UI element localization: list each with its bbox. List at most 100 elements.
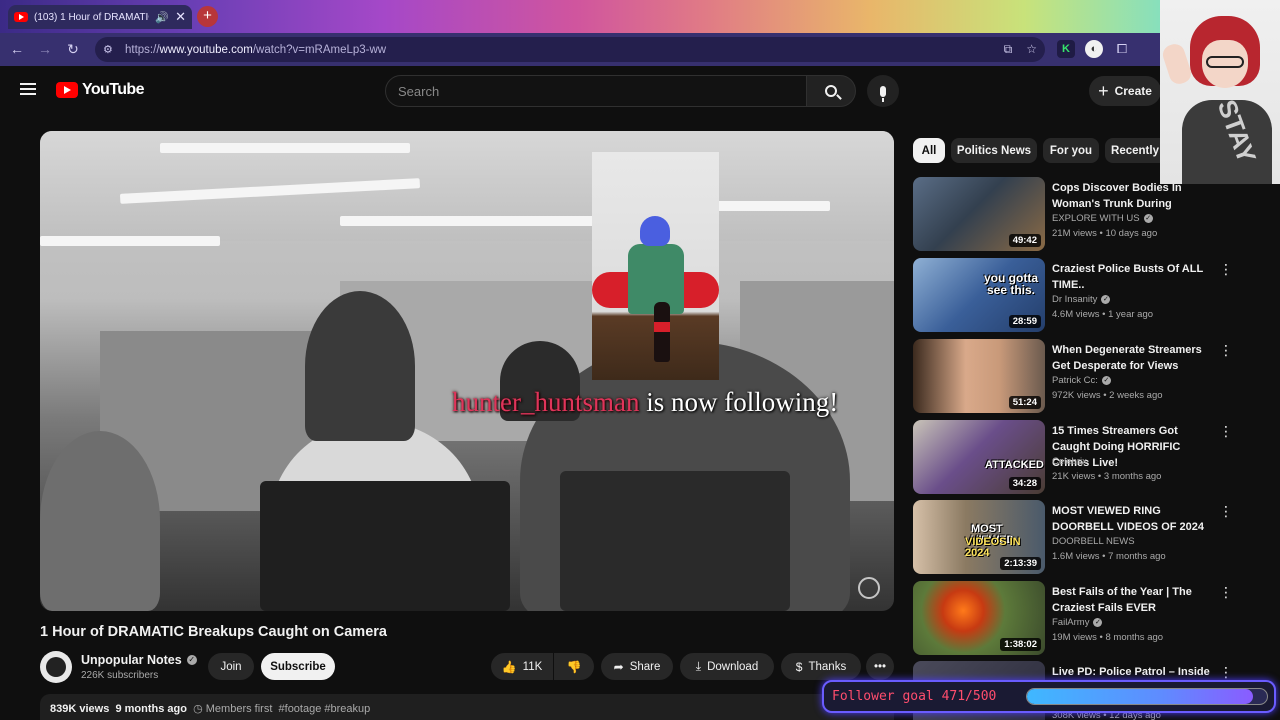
video-thumbnail[interactable]: ATTACKED 34:28: [913, 420, 1045, 494]
verified-icon: ✓: [1101, 295, 1111, 304]
rec-channel[interactable]: Celebrix: [1052, 456, 1087, 467]
more-vertical-icon[interactable]: ⋮: [1219, 262, 1233, 276]
more-vertical-icon[interactable]: ⋮: [1219, 343, 1233, 357]
list-item[interactable]: 49:42 Cops Discover Bodies In Woman's Tr…: [913, 177, 1233, 253]
verified-icon: ✓: [1093, 618, 1103, 627]
youtube-favicon-icon: [14, 12, 28, 22]
chip-politics-news[interactable]: Politics News: [951, 138, 1037, 163]
url-text[interactable]: https://www.youtube.com/watch?v=mRAmeLp3…: [125, 44, 386, 56]
back-arrow-icon[interactable]: ←: [6, 38, 28, 60]
rec-views: 1.6M views • 7 months ago: [1052, 551, 1166, 562]
extensions-puzzle-icon[interactable]: ⧠: [1113, 40, 1131, 58]
close-icon[interactable]: ✕: [175, 9, 186, 25]
more-actions-button[interactable]: •••: [866, 653, 894, 680]
address-bar[interactable]: ⚙ https://www.youtube.com/watch?v=mRAmeL…: [95, 37, 1045, 62]
voice-search-button[interactable]: [867, 75, 899, 107]
rec-views: 21K views • 3 months ago: [1052, 471, 1162, 482]
microphone-icon: [880, 85, 886, 102]
list-item[interactable]: MOST VIEWED VIDEOS IN 2024 2:13:39 MOST …: [913, 500, 1233, 576]
avatar[interactable]: [40, 651, 72, 683]
channel-name[interactable]: Unpopular Notes ✓: [81, 653, 197, 667]
install-app-icon[interactable]: ⧉: [1004, 42, 1013, 57]
subscribe-button[interactable]: Subscribe: [261, 653, 335, 680]
rec-channel[interactable]: EXPLORE WITH US ✓: [1052, 213, 1153, 224]
video-scene-ceiling: [40, 131, 894, 246]
youtube-logo[interactable]: YouTube: [56, 81, 144, 99]
subscriber-count: 226K subscribers: [81, 670, 159, 681]
members-first-icon: ◷: [193, 703, 203, 715]
more-vertical-icon[interactable]: ⋮: [1219, 504, 1233, 518]
more-vertical-icon[interactable]: ⋮: [1219, 424, 1233, 438]
thumbs-up-hand: [1160, 41, 1194, 87]
list-item[interactable]: 51:24 When Degenerate Streamers Get Desp…: [913, 339, 1233, 415]
channel-watermark-icon[interactable]: [858, 577, 880, 599]
join-button[interactable]: Join: [208, 653, 254, 680]
more-horizontal-icon: •••: [873, 660, 887, 673]
create-button[interactable]: + Create: [1089, 76, 1161, 106]
rec-title[interactable]: Live PD: Police Patrol – Inside: [1052, 664, 1217, 680]
bookmark-star-icon[interactable]: ☆: [1026, 42, 1037, 57]
rec-channel[interactable]: DOORBELL NEWS: [1052, 536, 1135, 547]
browser-tab-bar: (103) 1 Hour of DRAMATIC 🔊 ✕ +: [0, 0, 1280, 33]
video-thumbnail[interactable]: 49:42: [913, 177, 1045, 251]
more-vertical-icon[interactable]: ⋮: [1219, 665, 1233, 679]
video-player[interactable]: hunter_huntsman is now following!: [40, 131, 894, 611]
video-thumbnail[interactable]: MOST VIEWED VIDEOS IN 2024 2:13:39: [913, 500, 1045, 574]
more-vertical-icon[interactable]: ⋮: [1219, 585, 1233, 599]
follower-goal-fill: [1027, 689, 1254, 704]
rec-title[interactable]: Best Fails of the Year | The Craziest Fa…: [1052, 584, 1217, 616]
thumbs-up-icon: 👍: [501, 659, 517, 674]
video-thumbnail[interactable]: 51:24: [913, 339, 1045, 413]
rec-title[interactable]: Craziest Police Busts Of ALL TIME..: [1052, 261, 1217, 293]
list-item[interactable]: you gotta see this. 28:59 Craziest Polic…: [913, 258, 1233, 334]
menu-icon[interactable]: [20, 83, 36, 95]
rec-title[interactable]: MOST VIEWED RING DOORBELL VIDEOS OF 2024: [1052, 503, 1217, 535]
glasses-icon: [1206, 56, 1244, 68]
thanks-dollar-icon: $: [795, 659, 803, 674]
rec-views: 21M views • 10 days ago: [1052, 228, 1158, 239]
youtube-header: YouTube Search + Create: [0, 66, 1280, 116]
follow-alert: hunter_huntsman is now following!: [452, 387, 839, 417]
speaker-icon[interactable]: 🔊: [155, 11, 169, 24]
k-extension-icon[interactable]: K: [1057, 40, 1075, 58]
reload-icon[interactable]: ↻: [62, 38, 84, 60]
list-item[interactable]: 1:38:02 Best Fails of the Year | The Cra…: [913, 581, 1233, 657]
share-button[interactable]: ➦ Share: [601, 653, 673, 680]
streamer-webcam: [592, 152, 719, 380]
rec-channel[interactable]: Dr Insanity ✓: [1052, 294, 1111, 305]
browser-toolbar: ← → ↻ ⚙ https://www.youtube.com/watch?v=…: [0, 33, 1280, 66]
browser-tab-youtube[interactable]: (103) 1 Hour of DRAMATIC 🔊 ✕: [8, 5, 192, 29]
search-button[interactable]: [806, 75, 856, 107]
soda-bottle: [654, 302, 670, 362]
search-input[interactable]: Search: [385, 75, 807, 107]
list-item[interactable]: ATTACKED 34:28 15 Times Streamers Got Ca…: [913, 420, 1233, 496]
rec-channel[interactable]: Patrick Cc: ✓: [1052, 375, 1111, 386]
rec-views: 972K views • 2 weeks ago: [1052, 390, 1163, 401]
chip-for-you[interactable]: For you: [1043, 138, 1099, 163]
like-button[interactable]: 👍 11K: [491, 653, 553, 680]
thumbs-down-icon: 👎: [566, 659, 582, 674]
search-icon: [825, 85, 837, 97]
verified-icon: ✓: [186, 655, 197, 665]
rec-title[interactable]: Cops Discover Bodies In Woman's Trunk Du…: [1052, 180, 1217, 212]
forward-arrow-icon[interactable]: →: [34, 38, 56, 60]
site-info-icon[interactable]: ⚙: [103, 43, 119, 56]
plus-icon: +: [1098, 81, 1109, 101]
new-tab-button[interactable]: +: [197, 6, 218, 27]
video-thumbnail[interactable]: you gotta see this. 28:59: [913, 258, 1045, 332]
hashtags[interactable]: #footage #breakup: [279, 703, 371, 715]
verified-icon: ✓: [1143, 214, 1153, 223]
rec-channel[interactable]: FailArmy ✓: [1052, 617, 1103, 628]
rec-title[interactable]: When Degenerate Streamers Get Desperate …: [1052, 342, 1217, 374]
chip-recently[interactable]: Recently: [1105, 138, 1165, 163]
tab-title: (103) 1 Hour of DRAMATIC: [34, 11, 150, 23]
video-description[interactable]: 839K views 9 months ago ◷ Members first …: [40, 694, 894, 720]
dislike-button[interactable]: 👎: [554, 653, 594, 680]
rec-views: 19M views • 8 months ago: [1052, 632, 1164, 643]
video-thumbnail[interactable]: 1:38:02: [913, 581, 1045, 655]
youtube-play-icon: [56, 82, 78, 98]
extension-circle-icon[interactable]: ◐: [1085, 40, 1103, 58]
thanks-button[interactable]: $ Thanks: [781, 653, 861, 680]
chip-all[interactable]: All: [913, 138, 945, 163]
download-button[interactable]: ⤓ Download: [680, 653, 774, 680]
